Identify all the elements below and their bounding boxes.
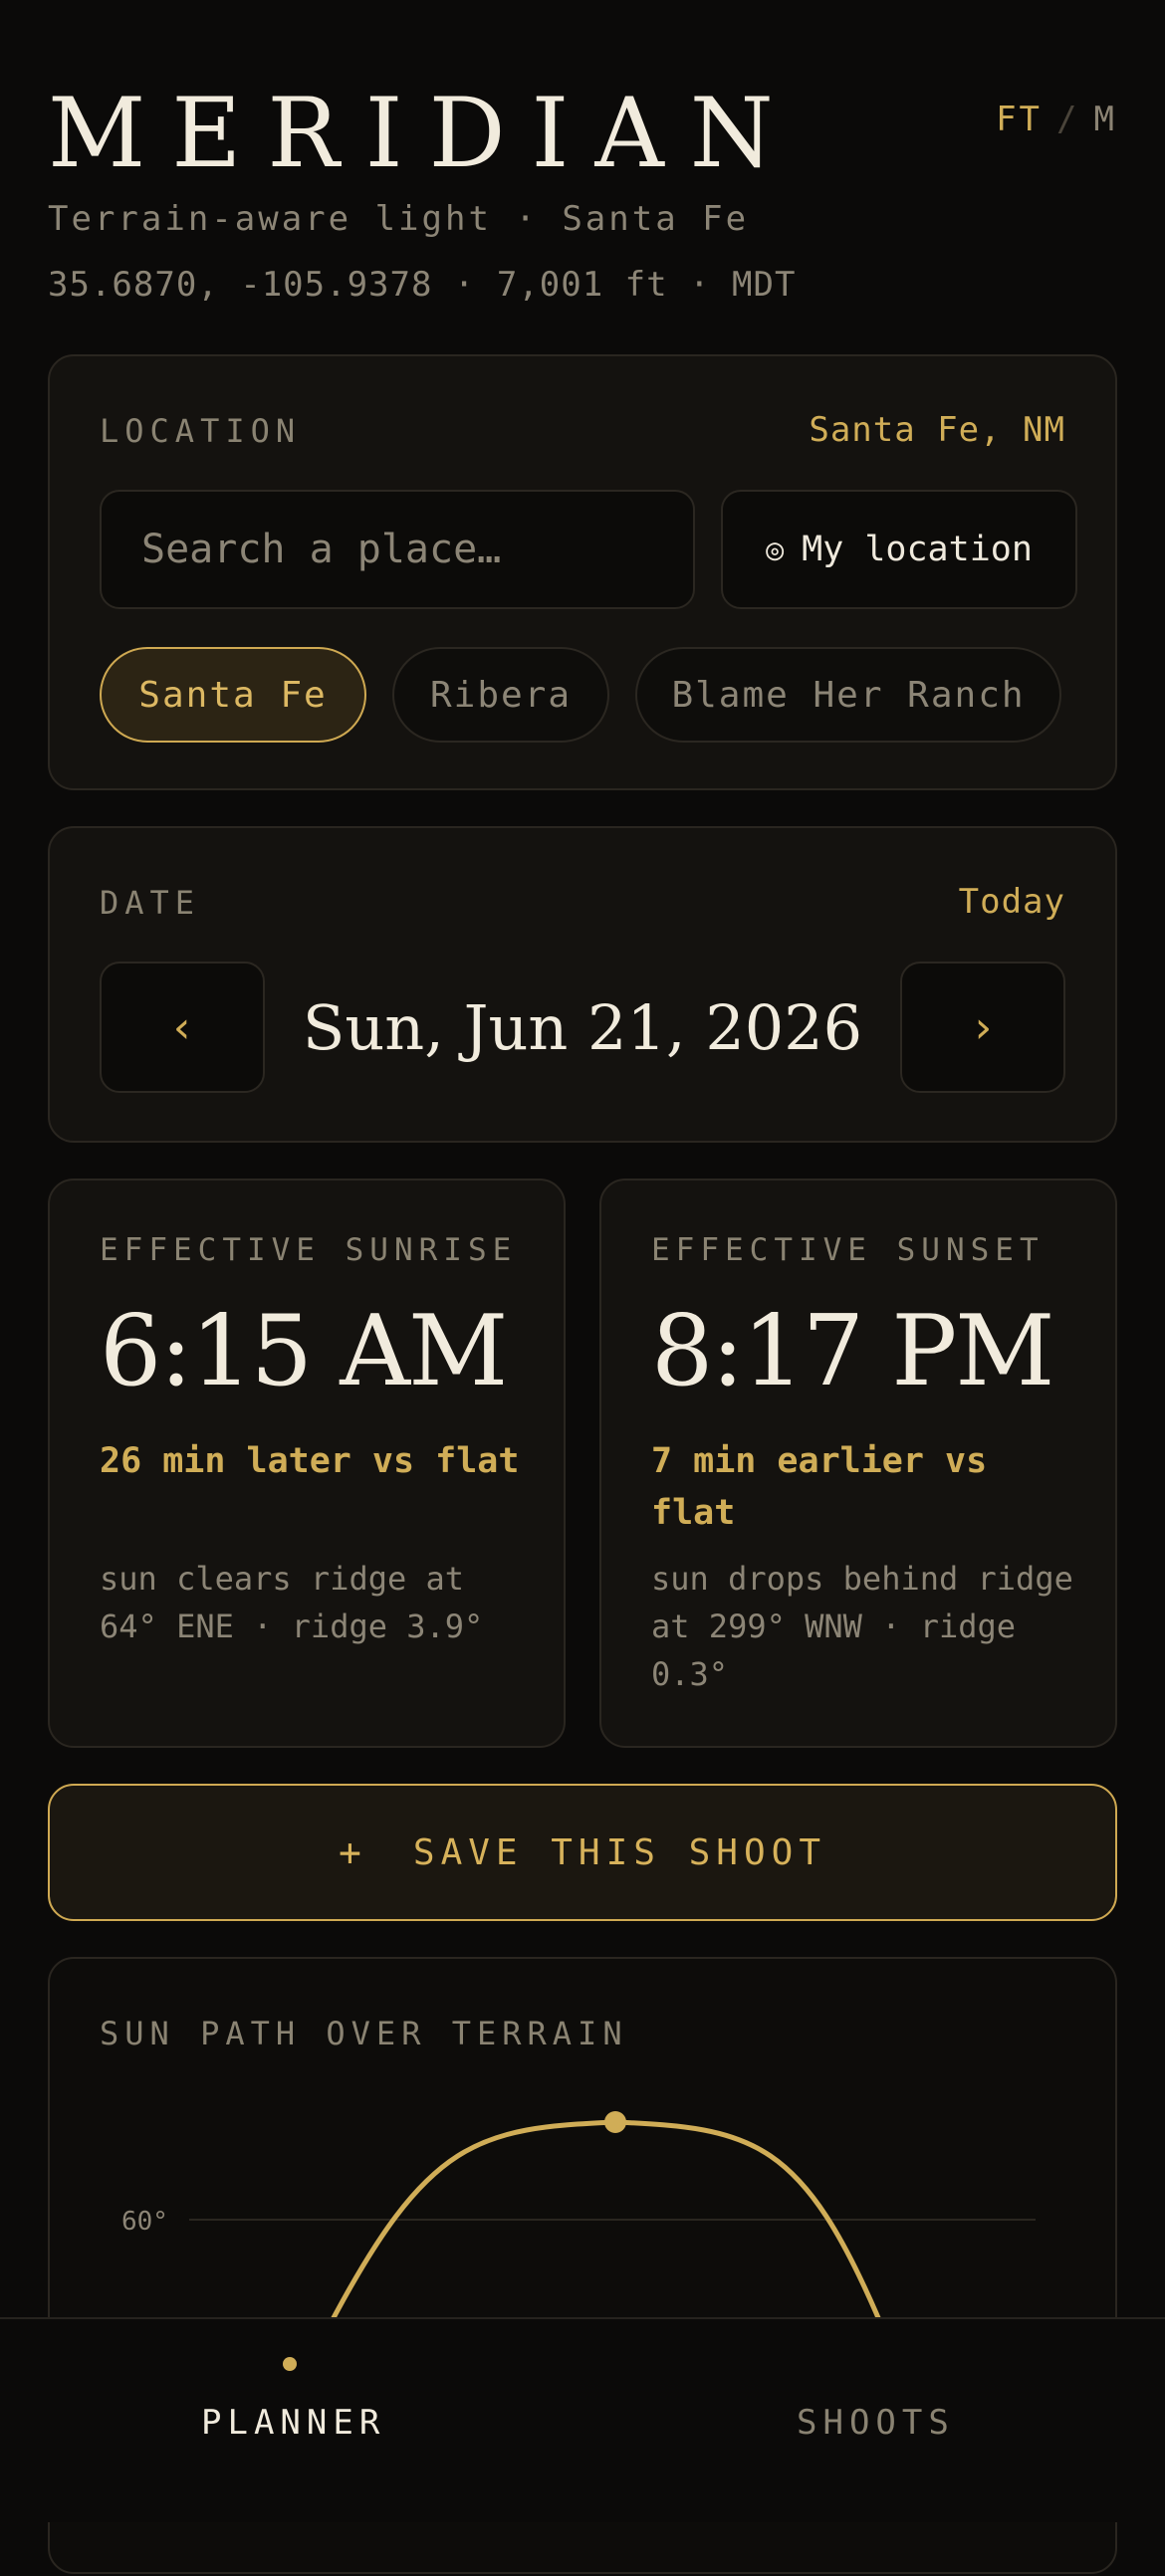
header: MERIDIAN FT / M Terrain-aware light · Sant…: [48, 80, 1117, 319]
plus-icon: +: [339, 1830, 367, 1874]
selected-date: Sun, Jun 21, 2026: [302, 990, 863, 1064]
location-label: LOCATION: [100, 412, 302, 450]
my-location-button[interactable]: ◎ My location: [721, 490, 1077, 609]
chip-santa-fe[interactable]: Santa Fe: [100, 647, 366, 743]
sun-marker[interactable]: [604, 2111, 626, 2133]
sunrise-time: 6:15 AM: [100, 1295, 508, 1408]
prev-day-button[interactable]: ‹: [100, 962, 265, 1093]
unit-feet[interactable]: FT: [996, 100, 1043, 139]
search-input[interactable]: [139, 526, 693, 573]
coordinates-readout: 35.6870, -105.9378 · 7,001 ft · MDT: [48, 265, 797, 305]
sunrise-delta: 26 min later vs flat: [100, 1441, 520, 1481]
sunrise-note: sun clears ridge at 64° ENE · ridge 3.9°: [100, 1560, 484, 1645]
save-shoot-label: SAVE THIS SHOOT: [412, 1831, 826, 1873]
date-card: DATE Today ‹ Sun, Jun 21, 2026 ›: [48, 826, 1117, 1143]
my-location-label: My location: [802, 530, 1033, 569]
sunset-card: EFFECTIVE SUNSET 8:17 PM 7 min earlier v…: [599, 1179, 1117, 1748]
sunset-note: sun drops behind ridge at 299° WNW · rid…: [651, 1560, 1073, 1693]
unit-toggle[interactable]: FT / M: [996, 100, 1117, 139]
gridline-60-label: 60°: [121, 2207, 168, 2237]
save-shoot-button[interactable]: + SAVE THIS SHOOT: [48, 1784, 1117, 1921]
next-day-button[interactable]: ›: [900, 962, 1065, 1093]
tab-planner[interactable]: PLANNER: [201, 2403, 385, 2443]
chevron-right-icon: ›: [969, 1001, 997, 1053]
tab-shoots[interactable]: SHOOTS: [797, 2403, 955, 2443]
app-subtitle: Terrain-aware light · Santa Fe: [48, 199, 750, 239]
sunrise-card: EFFECTIVE SUNRISE 6:15 AM 26 min later v…: [48, 1179, 566, 1748]
today-button[interactable]: Today: [959, 882, 1065, 922]
bottom-tab-bar: PLANNER SHOOTS: [0, 2317, 1165, 2522]
target-icon: ◎: [766, 532, 785, 567]
sunset-label: EFFECTIVE SUNSET: [651, 1232, 1045, 1268]
search-field[interactable]: [100, 490, 695, 609]
chip-blame-her-ranch[interactable]: Blame Her Ranch: [635, 647, 1061, 743]
chip-ribera[interactable]: Ribera: [392, 647, 609, 743]
app-title: MERIDIAN: [48, 78, 800, 189]
unit-meters[interactable]: M: [1094, 100, 1117, 139]
chevron-left-icon: ‹: [168, 1001, 196, 1053]
sunset-time: 8:17 PM: [651, 1295, 1055, 1408]
location-card: LOCATION Santa Fe, NM ◎ My location Sant…: [48, 354, 1117, 790]
sun-path-curve: [326, 2119, 885, 2329]
sunrise-label: EFFECTIVE SUNRISE: [100, 1232, 518, 1268]
date-label: DATE: [100, 884, 201, 922]
unit-separator: /: [1056, 100, 1080, 139]
sunset-delta: 7 min earlier vs flat: [651, 1441, 988, 1533]
current-location: Santa Fe, NM: [809, 410, 1065, 450]
active-tab-indicator: [283, 2357, 297, 2371]
